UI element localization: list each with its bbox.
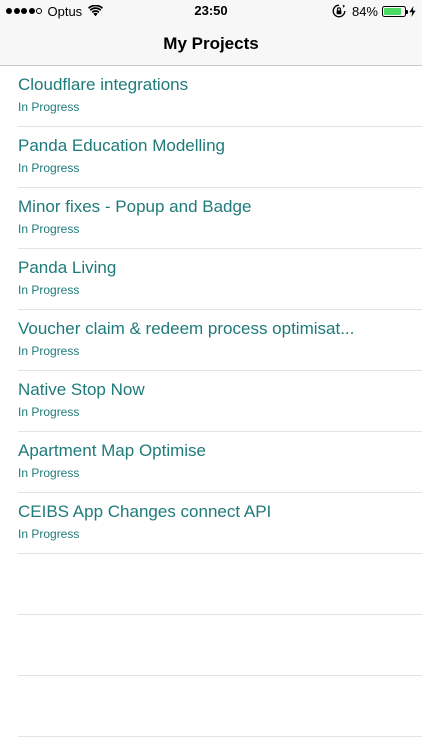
page-title: My Projects	[163, 33, 259, 53]
empty-list-row	[0, 615, 422, 676]
charging-bolt-icon	[409, 5, 416, 17]
project-title: Minor fixes - Popup and Badge	[18, 197, 252, 216]
project-status: In Progress	[18, 161, 80, 175]
project-title: Panda Education Modelling	[18, 136, 225, 155]
project-title: Voucher claim & redeem process optimisat…	[18, 319, 355, 338]
screen: Optus 23:50 84% My Projects Cloudflare i…	[0, 0, 422, 750]
project-status: In Progress	[18, 527, 80, 541]
project-status: In Progress	[18, 222, 80, 236]
project-row-3[interactable]: Panda Living In Progress	[0, 249, 422, 310]
rotation-lock-icon	[332, 4, 346, 18]
project-title: CEIBS App Changes connect API	[18, 502, 272, 521]
project-row-7[interactable]: CEIBS App Changes connect API In Progres…	[0, 493, 422, 554]
navigation-bar: My Projects	[0, 22, 422, 66]
status-right: 84%	[332, 3, 416, 19]
project-title: Native Stop Now	[18, 380, 145, 399]
project-row-0[interactable]: Cloudflare integrations In Progress	[0, 66, 422, 127]
project-title: Panda Living	[18, 258, 117, 277]
empty-list-row	[0, 676, 422, 737]
project-row-2[interactable]: Minor fixes - Popup and Badge In Progres…	[0, 188, 422, 249]
project-row-1[interactable]: Panda Education Modelling In Progress	[0, 127, 422, 188]
battery-fill	[384, 7, 401, 15]
project-row-4[interactable]: Voucher claim & redeem process optimisat…	[0, 310, 422, 371]
project-row-5[interactable]: Native Stop Now In Progress	[0, 371, 422, 432]
battery-icon	[382, 5, 408, 17]
project-status: In Progress	[18, 283, 80, 297]
project-title: Apartment Map Optimise	[18, 441, 207, 460]
project-row-6[interactable]: Apartment Map Optimise In Progress	[0, 432, 422, 493]
project-status: In Progress	[18, 405, 80, 419]
project-title: Cloudflare integrations	[18, 75, 189, 94]
project-status: In Progress	[18, 100, 80, 114]
project-list: Cloudflare integrations In Progress Pand…	[0, 66, 422, 737]
empty-list-row	[0, 554, 422, 615]
project-status: In Progress	[18, 466, 80, 480]
status-bar: Optus 23:50 84%	[0, 0, 422, 22]
battery-percent: 84%	[351, 3, 378, 19]
project-status: In Progress	[18, 344, 80, 358]
